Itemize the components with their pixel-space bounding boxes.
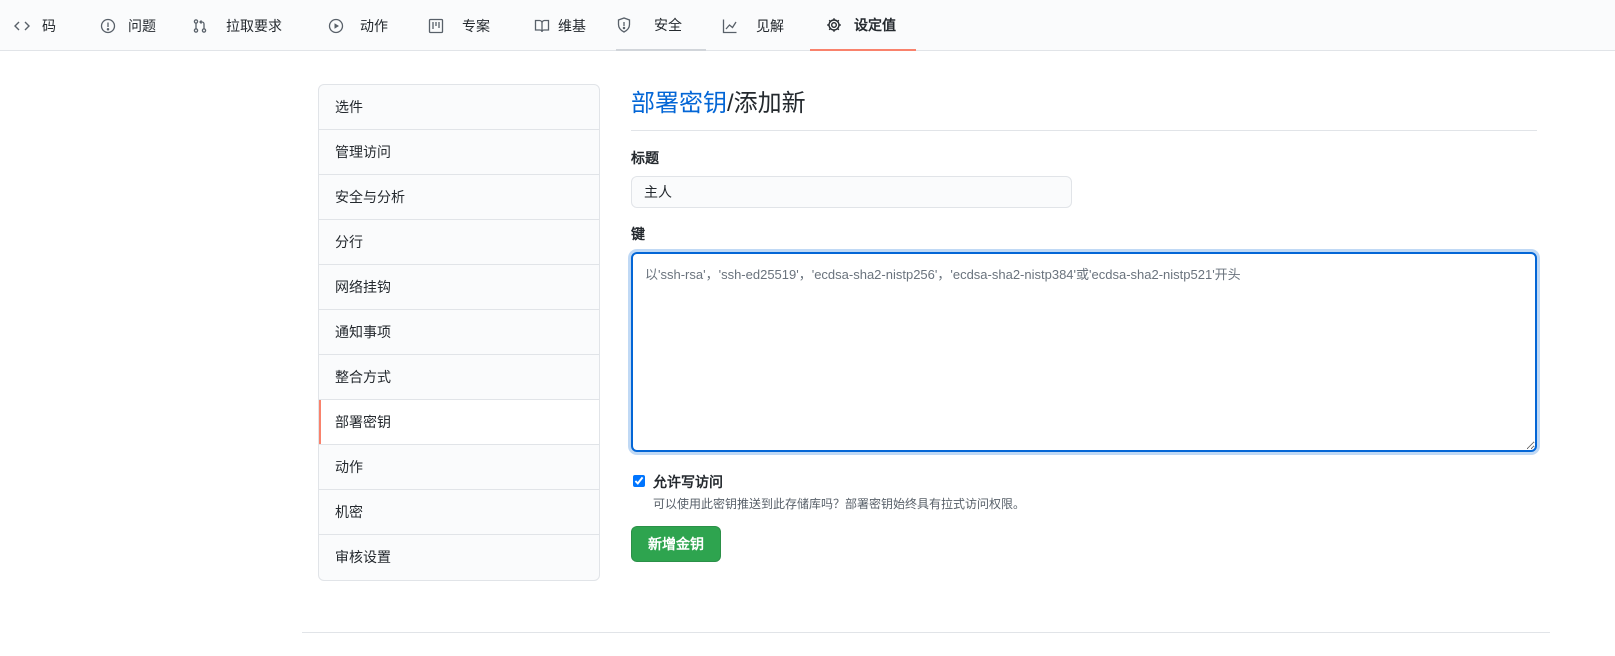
tab-label: 设定值 bbox=[854, 16, 896, 33]
write-access-note: 可以使用此密钥推送到此存储库吗？部署密钥始终具有拉式访问权限。 bbox=[653, 497, 1026, 511]
page-title: 部署密钥/添加新 bbox=[631, 86, 1537, 131]
key-label: 键 bbox=[631, 226, 645, 242]
play-icon bbox=[328, 18, 344, 34]
tab-issues[interactable]: 问题 bbox=[100, 0, 156, 51]
sidebar-item-notifications[interactable]: 通知事项 bbox=[319, 310, 599, 355]
sidebar-item-webhooks[interactable]: 网络挂钩 bbox=[319, 265, 599, 310]
sidebar-item-moderation[interactable]: 审核设置 bbox=[319, 535, 599, 580]
add-key-button[interactable]: 新增金钥 bbox=[631, 526, 721, 562]
write-access-checkbox[interactable] bbox=[633, 475, 645, 487]
key-textarea[interactable] bbox=[631, 252, 1537, 452]
tab-settings[interactable]: 设定值 bbox=[810, 0, 916, 51]
sidebar-item-branches[interactable]: 分行 bbox=[319, 220, 599, 265]
tab-label: 问题 bbox=[128, 17, 156, 34]
tab-wiki[interactable]: 维基 bbox=[534, 0, 586, 51]
tab-security[interactable]: 安全 bbox=[616, 0, 706, 51]
tab-insights[interactable]: 见解 bbox=[722, 0, 784, 51]
write-access-label[interactable]: 允许写访问 bbox=[653, 472, 1025, 492]
footer-divider bbox=[302, 632, 1550, 633]
sidebar-item-security-analysis[interactable]: 安全与分析 bbox=[319, 175, 599, 220]
title-input[interactable] bbox=[631, 176, 1072, 208]
tab-label: 拉取要求 bbox=[226, 17, 282, 34]
tab-label: 安全 bbox=[654, 16, 682, 33]
settings-sidebar: 选件 管理访问 安全与分析 分行 网络挂钩 通知事项 整合方式 部署密钥 动作 … bbox=[318, 84, 600, 581]
git-pull-request-icon bbox=[192, 18, 208, 34]
title-label: 标题 bbox=[631, 150, 659, 166]
tab-label: 动作 bbox=[360, 17, 388, 34]
project-icon bbox=[428, 18, 444, 34]
tab-label: 专案 bbox=[462, 17, 490, 34]
tab-label: 见解 bbox=[756, 17, 784, 34]
deploy-key-form: 部署密钥/添加新 标题 键 允许写访问 可以使用此密钥推送到此存储库吗？部署密钥… bbox=[631, 84, 1537, 562]
repo-nav: 码 问题 拉取要求 动作 专案 维基 安全 见解 设定值 bbox=[0, 0, 1615, 51]
gear-icon bbox=[826, 17, 842, 33]
tab-pull-requests[interactable]: 拉取要求 bbox=[192, 0, 282, 51]
tab-actions[interactable]: 动作 bbox=[328, 0, 388, 51]
graph-icon bbox=[722, 18, 738, 34]
sidebar-item-options[interactable]: 选件 bbox=[319, 85, 599, 130]
sidebar-item-secrets[interactable]: 机密 bbox=[319, 490, 599, 535]
sidebar-item-deploy-keys[interactable]: 部署密钥 bbox=[319, 400, 599, 445]
shield-icon bbox=[616, 16, 632, 33]
sidebar-item-integrations[interactable]: 整合方式 bbox=[319, 355, 599, 400]
code-icon bbox=[14, 18, 30, 34]
tab-label: 维基 bbox=[558, 17, 586, 34]
tab-label: 码 bbox=[42, 17, 56, 34]
book-icon bbox=[534, 18, 550, 34]
breadcrumb-deploy-keys-link[interactable]: 部署密钥 bbox=[631, 90, 727, 117]
write-access-option: 允许写访问 可以使用此密钥推送到此存储库吗？部署密钥始终具有拉式访问权限。 bbox=[631, 472, 1537, 512]
issue-opened-icon bbox=[100, 18, 116, 34]
sidebar-item-manage-access[interactable]: 管理访问 bbox=[319, 130, 599, 175]
tab-projects[interactable]: 专案 bbox=[428, 0, 490, 51]
sidebar-item-actions[interactable]: 动作 bbox=[319, 445, 599, 490]
tab-code[interactable]: 码 bbox=[14, 0, 56, 51]
breadcrumb-current: /添加新 bbox=[727, 90, 806, 117]
